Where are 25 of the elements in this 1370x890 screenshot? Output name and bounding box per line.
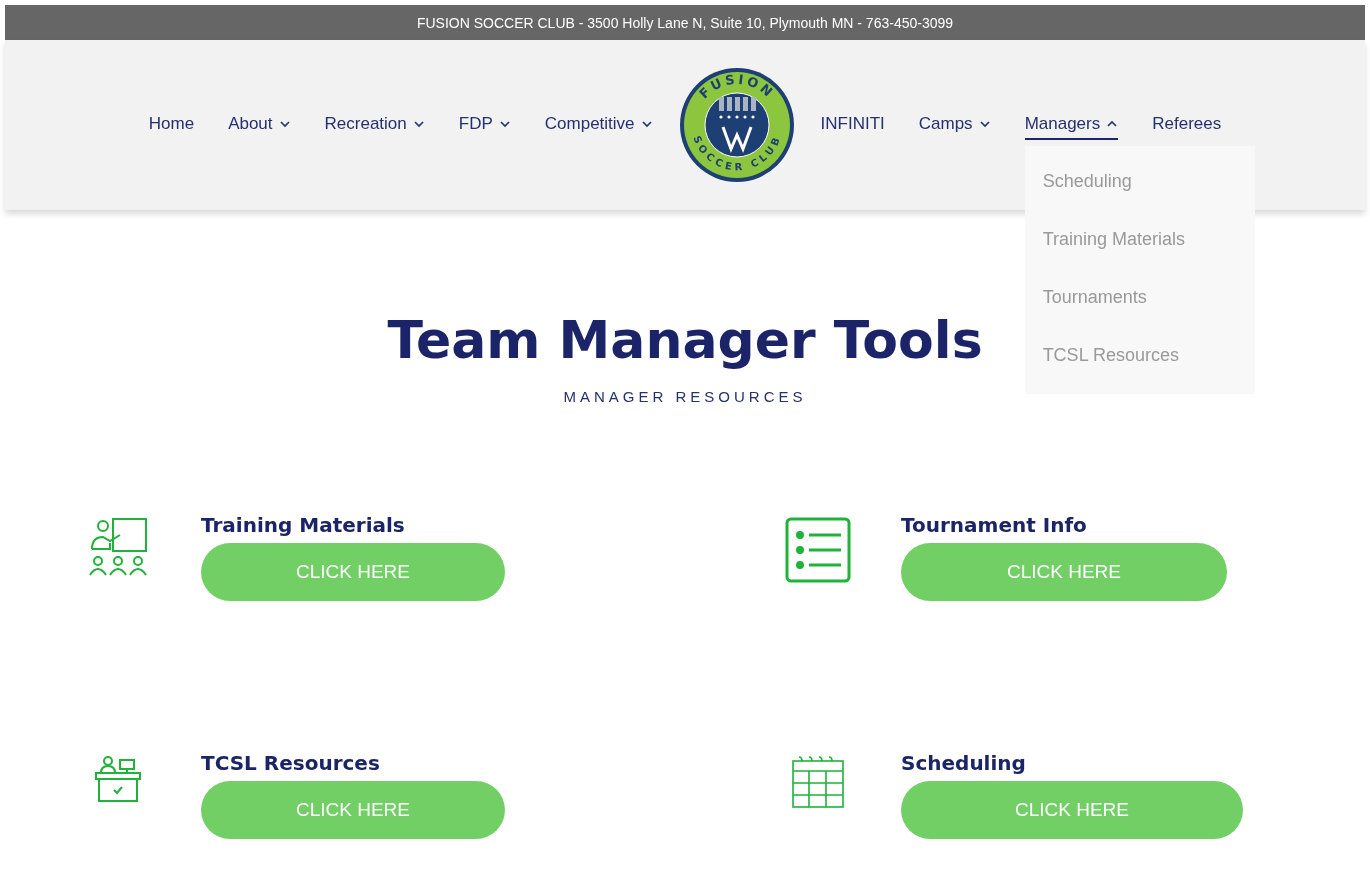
calendar-icon [791, 755, 845, 809]
card-title: Training Materials [201, 513, 406, 537]
chevron-icon [1106, 120, 1119, 128]
list-icon [785, 517, 851, 583]
page-title: Team Manager Tools [387, 310, 983, 370]
page-subtitle: MANAGER RESOURCES [563, 388, 807, 405]
nav-link[interactable]: About [228, 110, 291, 140]
chevron-icon [412, 120, 425, 128]
desk-icon [94, 755, 142, 803]
card-title: Scheduling [901, 751, 1027, 775]
nav-link[interactable]: Managers [1024, 110, 1119, 140]
chevron-icon [640, 120, 653, 128]
card-title: Tournament Info [901, 513, 1088, 537]
nav-link[interactable]: Recreation [324, 110, 425, 140]
club-contact-info: FUSION SOCCER CLUB - 3500 Holly Lane N, Suite 10, Plymouth MN - 763-450-3099 [416, 14, 954, 31]
chevron-icon [978, 120, 991, 128]
nav-link[interactable]: Competitive [544, 110, 653, 140]
nav-link[interactable]: Referees [1152, 110, 1222, 140]
card-title: TCSL Resources [201, 751, 381, 775]
nav-link[interactable]: FDP [458, 110, 511, 140]
chevron-icon [498, 120, 511, 128]
nav-link[interactable]: Camps [918, 110, 991, 140]
nav-link[interactable]: INFINITI [820, 110, 885, 140]
nav-link[interactable]: Home [148, 110, 195, 140]
chevron-icon [278, 120, 291, 128]
